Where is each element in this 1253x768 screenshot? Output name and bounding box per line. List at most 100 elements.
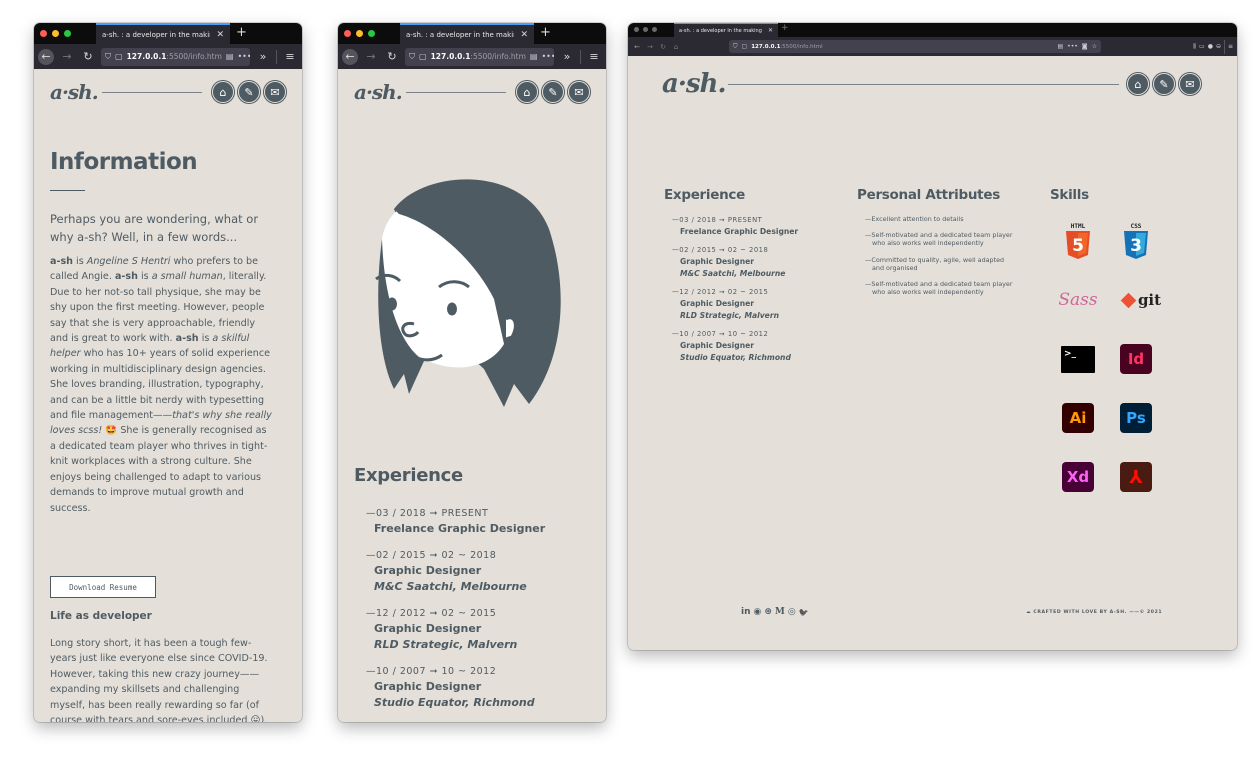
reload-button[interactable]: ↻ bbox=[384, 49, 400, 65]
maximize-window-button[interactable] bbox=[652, 27, 657, 32]
browser-window-mobile-experience: a-sh. : a developer in the making ✕ + ← … bbox=[338, 23, 606, 722]
browser-window-mobile-info: a-sh. : a developer in the making ✕ + ← … bbox=[34, 23, 302, 722]
experience-item: —12 / 2012 ➞ 02 ~ 2015 Graphic Designer … bbox=[366, 606, 545, 653]
linkedin-icon[interactable]: in bbox=[741, 607, 751, 617]
experience-item: —10 / 2007 ➞ 10 ~ 2012 Graphic Designer … bbox=[672, 329, 844, 364]
pocket-icon[interactable]: ◙ bbox=[1082, 43, 1088, 50]
more-actions-icon[interactable]: ••• bbox=[541, 52, 554, 61]
more-actions-icon[interactable]: ••• bbox=[237, 52, 250, 61]
reader-view-icon[interactable]: ▤ bbox=[226, 52, 234, 61]
close-tab-icon[interactable]: ✕ bbox=[520, 30, 528, 40]
skills-heading: Skills bbox=[1050, 187, 1089, 203]
home-icon[interactable]: ⌂ bbox=[516, 81, 538, 103]
attribute-item: —Self-motivated and a dedicated team pla… bbox=[865, 231, 1013, 248]
experience-role: Graphic Designer bbox=[680, 257, 755, 266]
extension-icon[interactable]: ⊖ bbox=[1216, 43, 1221, 50]
instagram-icon[interactable]: ◎ bbox=[788, 607, 796, 617]
experience-role: Graphic Designer bbox=[374, 564, 482, 577]
minimize-window-button[interactable] bbox=[356, 30, 363, 37]
social-links: in ◉ ⊛ M ◎ 🐦 bbox=[741, 607, 809, 617]
experience-role: Freelance Graphic Designer bbox=[374, 522, 546, 535]
back-button[interactable]: ← bbox=[342, 48, 358, 65]
forward-button[interactable]: → bbox=[363, 49, 379, 65]
medium-icon[interactable]: M bbox=[775, 607, 785, 617]
pencil-icon[interactable]: ✎ bbox=[542, 81, 564, 103]
experience-item: —03 / 2018 ➞ PRESENT Freelance Graphic D… bbox=[366, 506, 545, 537]
experience-company: Studio Equator, Richmond bbox=[374, 696, 535, 709]
more-actions-icon[interactable]: ••• bbox=[1067, 43, 1078, 50]
minimize-window-button[interactable] bbox=[643, 27, 648, 32]
browser-tab[interactable]: a-sh. : a developer in the making ✕ bbox=[674, 23, 778, 37]
xd-icon: Xd bbox=[1060, 459, 1096, 495]
minimize-window-button[interactable] bbox=[52, 30, 59, 37]
mail-icon[interactable]: ✉ bbox=[1179, 73, 1201, 95]
close-window-button[interactable] bbox=[634, 27, 639, 32]
github-icon[interactable]: ◉ bbox=[754, 607, 762, 617]
mail-icon[interactable]: ✉ bbox=[568, 81, 590, 103]
new-tab-button[interactable]: + bbox=[781, 23, 789, 33]
window-controls bbox=[40, 30, 71, 37]
reader-view-icon[interactable]: ▤ bbox=[530, 52, 538, 61]
url-bar[interactable]: ⛉ ▢ 127.0.0.1:5500/info.html ▤ ••• ◙ ☆ bbox=[729, 40, 1101, 53]
maximize-window-button[interactable] bbox=[368, 30, 375, 37]
toolbar-divider bbox=[1223, 39, 1225, 54]
bio-text: Angeline S Hentri bbox=[86, 256, 171, 267]
url-path: :5500/info.htm bbox=[470, 52, 526, 61]
url-host: 127.0.0.1 bbox=[430, 52, 471, 61]
site-logo[interactable]: a·sh. bbox=[50, 80, 102, 104]
overflow-chevron-icon[interactable]: » bbox=[255, 49, 271, 65]
reader-view-icon[interactable]: ▤ bbox=[1057, 43, 1063, 50]
download-resume-button[interactable]: Download Resume bbox=[50, 576, 156, 598]
overflow-chevron-icon[interactable]: » bbox=[559, 49, 575, 65]
forward-button[interactable]: → bbox=[59, 49, 75, 65]
close-window-button[interactable] bbox=[344, 30, 351, 37]
page-icon: ▢ bbox=[419, 52, 427, 61]
url-bar[interactable]: ⛉ ▢ 127.0.0.1:5500/info.htm ▤ ••• bbox=[405, 47, 554, 66]
back-button[interactable]: ← bbox=[38, 48, 54, 65]
illustrator-icon: Ai bbox=[1060, 400, 1096, 436]
browser-tab[interactable]: a-sh. : a developer in the making ✕ bbox=[96, 23, 230, 44]
url-bar[interactable]: ⛉ ▢ 127.0.0.1:5500/info.htm ▤ ••• bbox=[101, 47, 250, 66]
library-icon[interactable]: ⫼ bbox=[1193, 43, 1196, 51]
home-icon[interactable]: ⌂ bbox=[212, 81, 234, 103]
pencil-icon[interactable]: ✎ bbox=[238, 81, 260, 103]
title-rule bbox=[50, 190, 85, 191]
html5-logo: HTML 5 bbox=[1066, 223, 1090, 259]
sidebar-icon[interactable]: ▭ bbox=[1199, 43, 1205, 50]
menu-icon[interactable]: ≡ bbox=[1228, 43, 1233, 50]
experience-date: —12 / 2012 ➞ 02 ~ 2015 bbox=[672, 288, 769, 296]
reload-button[interactable]: ↻ bbox=[80, 49, 96, 65]
codepen-icon[interactable]: ⊛ bbox=[764, 607, 772, 617]
account-icon[interactable]: ● bbox=[1208, 43, 1213, 50]
url-host: 127.0.0.1 bbox=[751, 43, 781, 50]
menu-icon[interactable]: ≡ bbox=[586, 49, 602, 65]
site-header: a·sh. ⌂ ✎ ✉ bbox=[662, 66, 1201, 102]
twitter-icon[interactable]: 🐦 bbox=[799, 608, 809, 617]
experience-date: —03 / 2018 ➞ PRESENT bbox=[366, 508, 489, 519]
site-logo[interactable]: a·sh. bbox=[354, 80, 406, 104]
maximize-window-button[interactable] bbox=[64, 30, 71, 37]
pencil-icon[interactable]: ✎ bbox=[1153, 73, 1175, 95]
home-button[interactable]: ⌂ bbox=[671, 42, 681, 52]
new-tab-button[interactable]: + bbox=[236, 25, 247, 40]
home-icon[interactable]: ⌂ bbox=[1127, 73, 1149, 95]
browser-tab[interactable]: a-sh. : a developer in the making ✕ bbox=[400, 23, 534, 44]
close-tab-icon[interactable]: ✕ bbox=[768, 27, 773, 34]
back-button[interactable]: ← bbox=[632, 42, 642, 52]
forward-button[interactable]: → bbox=[645, 42, 655, 52]
bookmark-star-icon[interactable]: ☆ bbox=[1092, 43, 1097, 50]
new-tab-button[interactable]: + bbox=[540, 25, 551, 40]
terminal-label: >_ bbox=[1061, 345, 1095, 373]
close-tab-icon[interactable]: ✕ bbox=[216, 30, 224, 40]
menu-icon[interactable]: ≡ bbox=[282, 49, 298, 65]
bio-text: a-sh bbox=[114, 271, 138, 283]
mail-icon[interactable]: ✉ bbox=[264, 81, 286, 103]
close-window-button[interactable] bbox=[40, 30, 47, 37]
toolbar-divider bbox=[580, 49, 581, 64]
sass-icon: Sass bbox=[1058, 282, 1097, 318]
reload-button[interactable]: ↻ bbox=[658, 42, 668, 52]
personal-attributes-heading: Personal Attributes bbox=[857, 187, 1000, 203]
site-logo[interactable]: a·sh. bbox=[662, 69, 727, 99]
page-icon: ▢ bbox=[741, 43, 748, 50]
life-paragraph: Long story short, it has been a tough fe… bbox=[50, 638, 268, 722]
